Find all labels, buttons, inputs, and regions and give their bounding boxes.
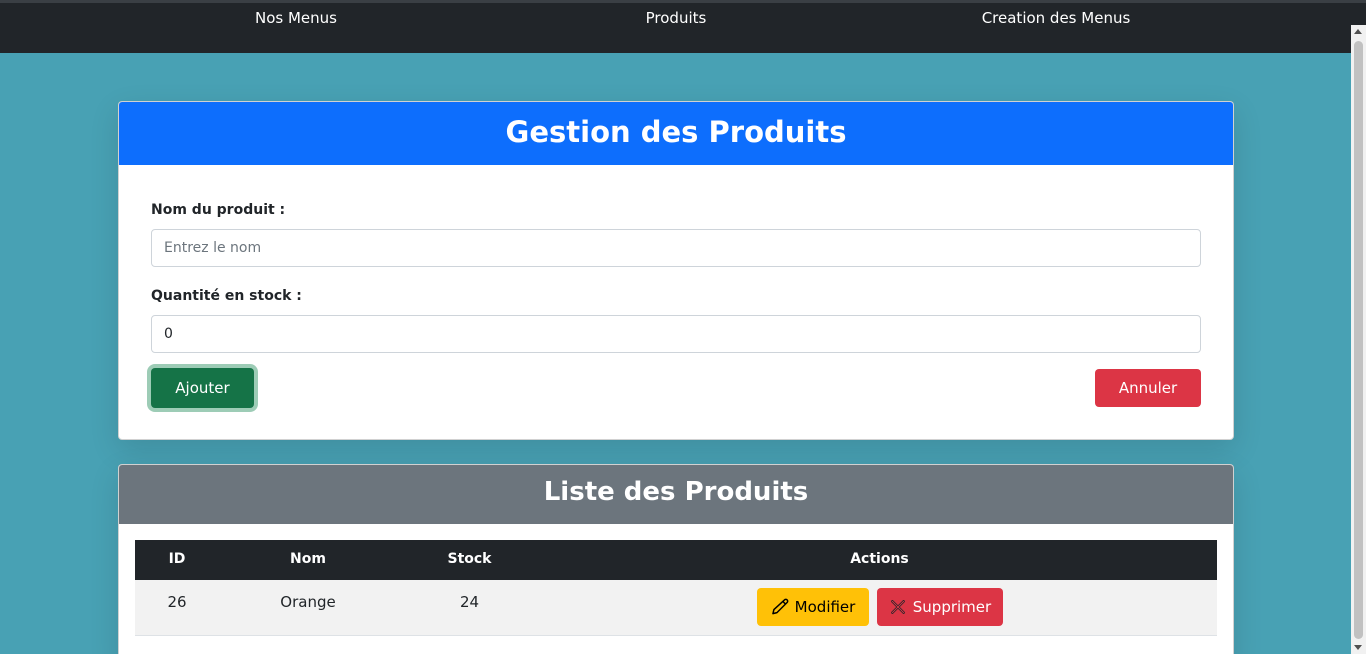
add-button[interactable]: Ajouter	[151, 368, 254, 408]
delete-button[interactable]: Supprimer	[877, 588, 1003, 626]
row-id: 26	[167, 593, 187, 611]
product-form-card: Gestion des Produits Nom du produit : Qu…	[118, 101, 1234, 440]
scroll-down-arrow-icon[interactable]	[1354, 645, 1362, 650]
edit-button-label: Modifier	[794, 598, 856, 616]
nav-link-nos-menus[interactable]: Nos Menus	[186, 9, 406, 27]
x-icon	[889, 598, 907, 616]
nav-link-produits[interactable]: Produits	[566, 9, 786, 27]
cancel-button[interactable]: Annuler	[1095, 369, 1201, 407]
row-stock: 24	[459, 593, 480, 611]
delete-button-label: Supprimer	[912, 598, 992, 616]
products-table: ID Nom Stock Actions 26 Orange 24 Modifi…	[135, 540, 1217, 636]
table-row: 26 Orange 24 Modifier Supprimer	[135, 580, 1217, 636]
scrollbar-thumb[interactable]	[1354, 41, 1363, 639]
product-list-card: Liste des Produits ID Nom Stock Actions …	[118, 464, 1234, 654]
top-navbar: Nos Menus Produits Creation des Menus	[0, 0, 1366, 53]
form-title: Gestion des Produits	[119, 102, 1233, 165]
pencil-icon	[771, 598, 789, 616]
table-header-row: ID Nom Stock Actions	[135, 540, 1217, 580]
column-header-id: ID	[168, 551, 186, 567]
stock-quantity-input[interactable]	[151, 315, 1201, 353]
column-header-actions: Actions	[850, 551, 909, 567]
product-name-input[interactable]	[151, 229, 1201, 267]
nav-link-creation-des-menus[interactable]: Creation des Menus	[946, 9, 1166, 27]
column-header-stock: Stock	[447, 551, 492, 567]
edit-button[interactable]: Modifier	[757, 588, 869, 626]
list-title: Liste des Produits	[119, 465, 1233, 524]
scroll-up-arrow-icon[interactable]	[1354, 29, 1362, 34]
column-header-nom: Nom	[290, 551, 326, 567]
vertical-scrollbar[interactable]	[1351, 25, 1366, 654]
row-nom: Orange	[280, 593, 336, 611]
stock-label: Quantité en stock :	[151, 288, 302, 304]
name-label: Nom du produit :	[151, 202, 286, 218]
